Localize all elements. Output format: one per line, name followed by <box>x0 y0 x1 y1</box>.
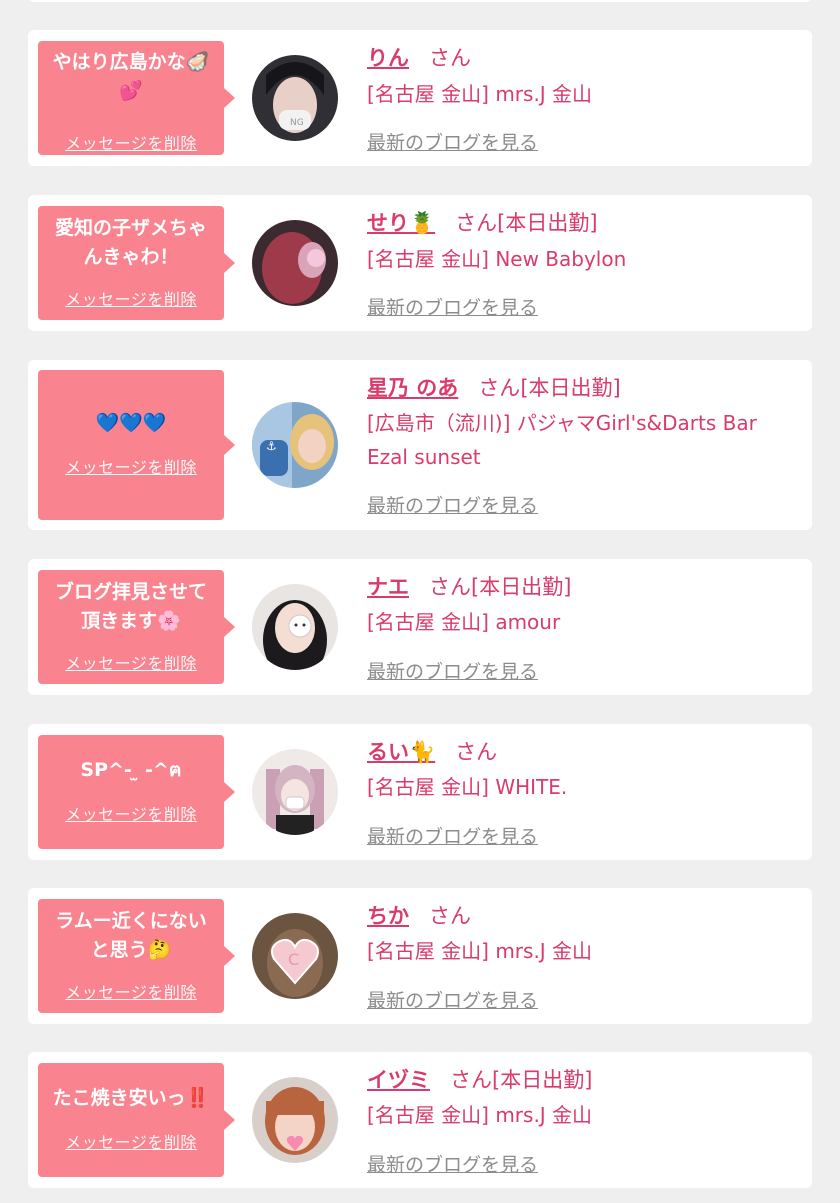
san-label: さん <box>455 740 498 764</box>
girl-masked-icon: NG <box>252 55 338 141</box>
san-label: さん <box>450 1068 492 1092</box>
san-label: さん <box>429 46 471 70</box>
message-card: ラムー近くにない と思う🤔 メッセージを削除 C ちか さん [名古屋 金山] m… <box>28 888 812 1024</box>
message-bubble: 💙💙💙 メッセージを削除 <box>38 370 235 520</box>
shop-link[interactable]: [名古屋 金山] WHITE. <box>367 770 797 804</box>
avatar[interactable] <box>252 1077 338 1163</box>
shop-link[interactable]: [名古屋 金山] mrs.J 金山 <box>367 1098 797 1132</box>
message-card: ブログ拝見させて 頂きます🌸 メッセージを削除 ナエ さん[本日出勤] [名古屋 … <box>28 559 812 695</box>
cast-name-line: 星乃 のあ さん[本日出勤] <box>367 372 621 402</box>
san-label: さん <box>429 904 471 928</box>
message-bubble: ブログ拝見させて 頂きます🌸 メッセージを削除 <box>38 570 235 684</box>
svg-text:⚓: ⚓ <box>266 439 277 453</box>
message-text: SP^- ̫ -^ฅ <box>80 759 182 781</box>
girl-heart-sticker-icon: C <box>252 913 338 999</box>
latest-blog-link[interactable]: 最新のブログを見る <box>367 293 538 320</box>
latest-blog-link[interactable]: 最新のブログを見る <box>367 128 538 155</box>
girl-bob-icon <box>252 1077 338 1163</box>
latest-blog-link[interactable]: 最新のブログを見る <box>367 986 538 1013</box>
san-label: さん <box>455 211 498 235</box>
delete-message-link[interactable]: メッセージを削除 <box>38 454 224 478</box>
message-card: たこ焼き安いっ‼️ メッセージを削除 イヅミ さん[本日出勤] [名古屋 金山] … <box>28 1052 812 1188</box>
cast-name-link[interactable]: せり🍍 <box>367 211 435 235</box>
message-card: 💙💙💙 メッセージを削除 ⚓ 星乃 のあ さん[本日出勤] [広島市（流川)] パ… <box>28 360 812 530</box>
cast-name-link[interactable]: ちか <box>367 904 409 928</box>
message-text: ブログ拝見させて 頂きます🌸 <box>54 581 207 632</box>
cast-name-link[interactable]: 星乃 のあ <box>367 376 458 400</box>
svg-text:NG: NG <box>290 118 304 128</box>
avatar[interactable]: C <box>252 913 338 999</box>
latest-blog-link[interactable]: 最新のブログを見る <box>367 1150 538 1177</box>
status-badge: [本日出勤] <box>471 575 572 599</box>
message-text: たこ焼き安いっ‼️ <box>52 1087 210 1109</box>
girl-redhair-icon <box>252 220 338 306</box>
message-bubble: 愛知の子ザメちゃ んきゃわ！ メッセージを削除 <box>38 206 235 320</box>
status-badge: [本日出勤] <box>492 1068 593 1092</box>
cast-name-link[interactable]: イヅミ <box>367 1068 430 1092</box>
message-text: ラムー近くにない と思う🤔 <box>55 910 207 961</box>
message-bubble: ラムー近くにない と思う🤔 メッセージを削除 <box>38 899 235 1013</box>
message-bubble: やはり広島かな🦪 💕 メッセージを削除 <box>38 41 235 155</box>
cast-name-line: るい🐈 さん <box>367 736 497 766</box>
shop-link[interactable]: [名古屋 金山] mrs.J 金山 <box>367 934 797 968</box>
cast-name-link[interactable]: ナエ <box>367 575 409 599</box>
cast-name-link[interactable]: るい🐈 <box>367 740 435 764</box>
san-label: さん <box>478 376 521 400</box>
girl-cat-sticker-icon <box>252 584 338 670</box>
cast-name-line: りん さん <box>367 42 471 72</box>
status-badge: [本日出勤] <box>520 376 621 400</box>
message-card: やはり広島かな🦪 💕 メッセージを削除 NG りん さん [名古屋 金山] mrs… <box>28 30 812 166</box>
message-bubble: たこ焼き安いっ‼️ メッセージを削除 <box>38 1063 235 1177</box>
latest-blog-link[interactable]: 最新のブログを見る <box>367 491 538 518</box>
avatar[interactable] <box>252 584 338 670</box>
shop-link[interactable]: [名古屋 金山] New Babylon <box>367 242 797 276</box>
status-badge: [本日出勤] <box>497 211 598 235</box>
shop-link[interactable]: [名古屋 金山] mrs.J 金山 <box>367 77 797 111</box>
delete-message-link[interactable]: メッセージを削除 <box>38 1129 224 1153</box>
latest-blog-link[interactable]: 最新のブログを見る <box>367 822 538 849</box>
delete-message-link[interactable]: メッセージを削除 <box>38 801 224 825</box>
san-label: さん <box>429 575 471 599</box>
avatar[interactable]: NG <box>252 55 338 141</box>
cast-name-line: ナエ さん[本日出勤] <box>367 571 571 601</box>
girl-blonde-icon: ⚓ <box>252 402 338 488</box>
message-card: SP^- ̫ -^ฅ メッセージを削除 るい🐈 さん [名古屋 金山] WHITE… <box>28 724 812 860</box>
message-text: やはり広島かな🦪 💕 <box>52 51 210 102</box>
message-text: 愛知の子ザメちゃ んきゃわ！ <box>54 217 207 268</box>
shop-link[interactable]: [名古屋 金山] amour <box>367 605 797 639</box>
avatar[interactable]: ⚓ <box>252 402 338 488</box>
delete-message-link[interactable]: メッセージを削除 <box>38 130 224 154</box>
message-card: 愛知の子ザメちゃ んきゃわ！ メッセージを削除 せり🍍 さん[本日出勤] [名古屋… <box>28 195 812 331</box>
delete-message-link[interactable]: メッセージを削除 <box>38 650 224 674</box>
shop-link[interactable]: [広島市（流川)] パジャマGirl's&Darts Bar Ezal suns… <box>367 406 797 474</box>
delete-message-link[interactable]: メッセージを削除 <box>38 286 224 310</box>
svg-text:C: C <box>288 950 299 969</box>
cast-name-line: せり🍍 さん[本日出勤] <box>367 207 598 237</box>
latest-blog-link[interactable]: 最新のブログを見る <box>367 657 538 684</box>
message-text: 💙💙💙 <box>95 412 167 434</box>
cast-name-line: イヅミ さん[本日出勤] <box>367 1064 592 1094</box>
avatar[interactable] <box>252 749 338 835</box>
cast-name-link[interactable]: りん <box>367 46 409 70</box>
previous-card-edge <box>28 0 812 2</box>
avatar[interactable] <box>252 220 338 306</box>
message-bubble: SP^- ̫ -^ฅ メッセージを削除 <box>38 735 235 849</box>
cast-name-line: ちか さん <box>367 900 471 930</box>
girl-twintail-icon <box>252 749 338 835</box>
delete-message-link[interactable]: メッセージを削除 <box>38 979 224 1003</box>
